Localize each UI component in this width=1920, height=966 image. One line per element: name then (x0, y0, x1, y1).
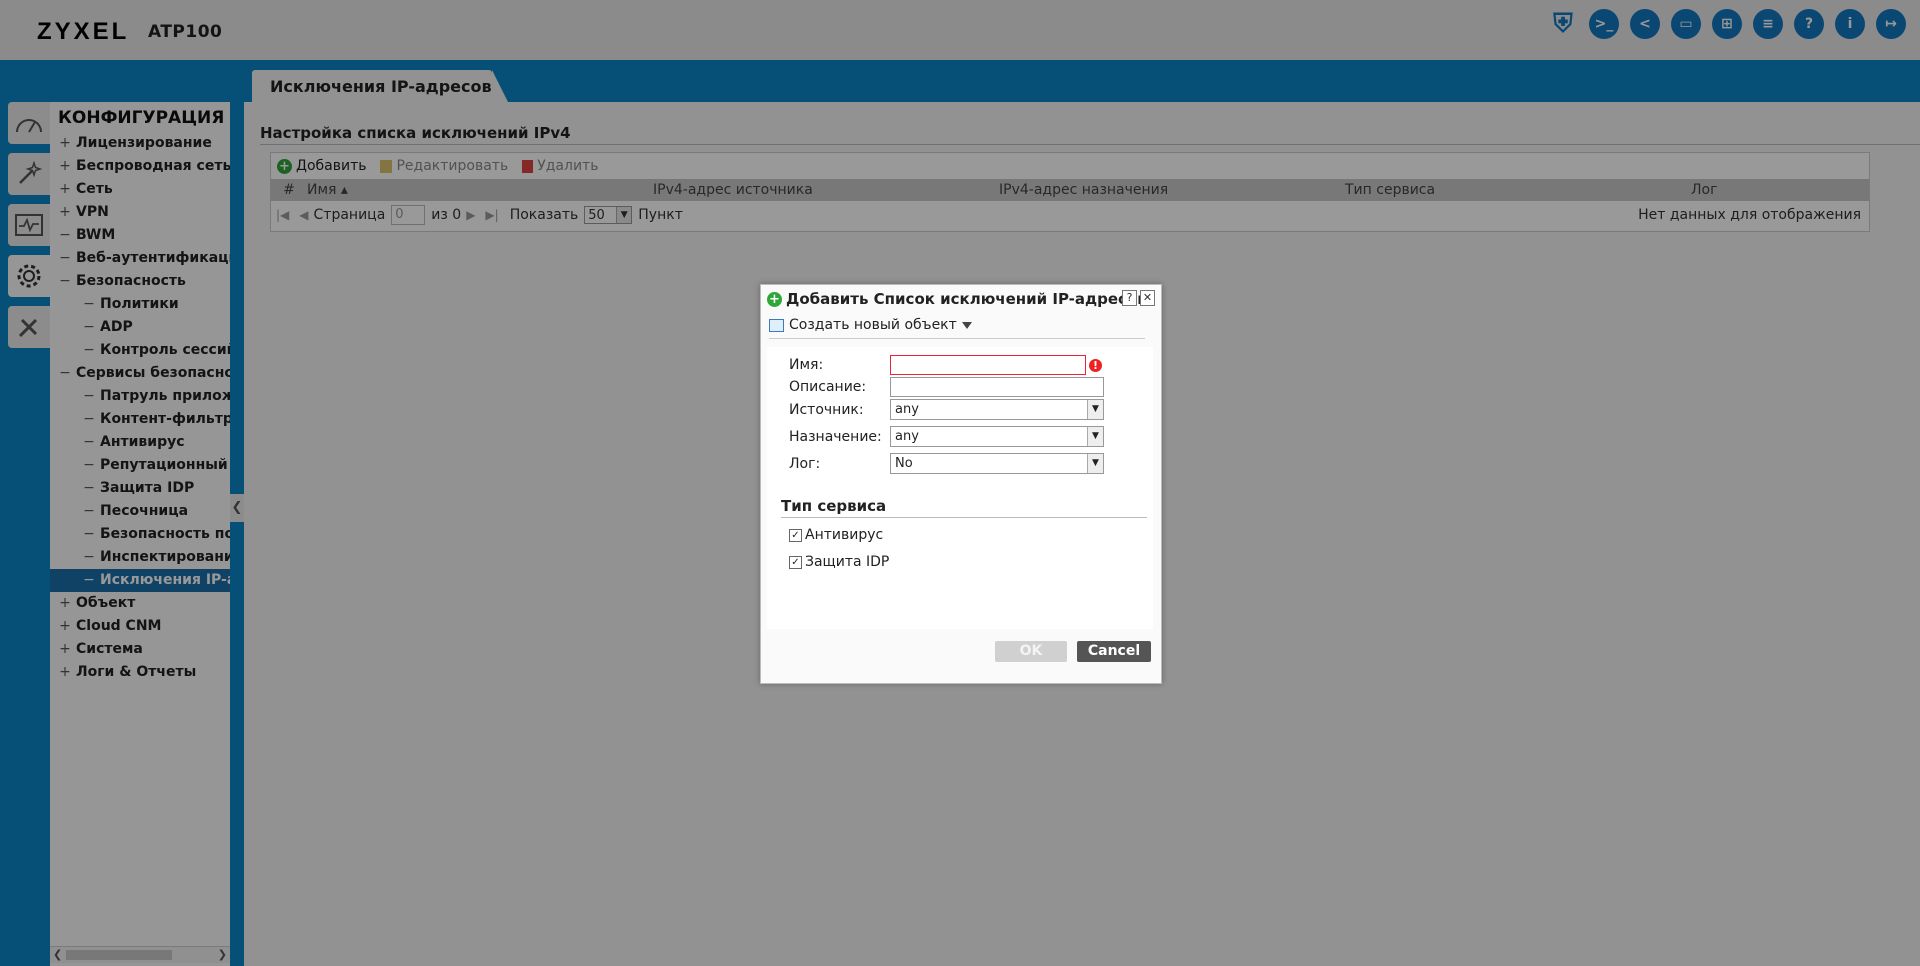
caret-down-icon (961, 321, 972, 329)
service-type-heading: Тип сервиса (781, 497, 1147, 518)
description-field[interactable] (890, 377, 1104, 397)
chevron-down-icon: ▼ (1087, 454, 1103, 473)
create-object-label: Создать новый объект (789, 317, 957, 333)
destination-value: any (895, 429, 919, 444)
destination-row: Назначение: any ▼ (789, 426, 1104, 447)
name-label: Имя: (789, 357, 824, 373)
dialog-controls: ? ✕ (1122, 290, 1155, 306)
object-icon (769, 318, 784, 332)
idp-option[interactable]: ✓ Защита IDP (789, 554, 889, 570)
help-icon[interactable]: ? (1122, 290, 1137, 306)
add-ip-exception-dialog: + Добавить Список исключений IP-адресов … (760, 284, 1162, 684)
chevron-down-icon: ▼ (1087, 400, 1103, 419)
add-icon: + (767, 291, 782, 307)
dialog-footer: OK Cancel (761, 629, 1161, 683)
close-icon[interactable]: ✕ (1140, 290, 1155, 306)
description-row: Описание: (789, 377, 1104, 397)
destination-label: Назначение: (789, 428, 882, 445)
cancel-button[interactable]: Cancel (1077, 641, 1151, 662)
source-label: Источник: (789, 401, 864, 418)
name-field[interactable] (890, 355, 1086, 375)
antivirus-option[interactable]: ✓ Антивирус (789, 527, 883, 543)
error-icon: ! (1089, 358, 1102, 372)
create-object-menu[interactable]: Создать новый объект (769, 317, 1145, 339)
description-label: Описание: (789, 379, 867, 395)
source-select[interactable]: any ▼ (890, 399, 1104, 420)
dialog-title: + Добавить Список исключений IP-адресов (767, 290, 1147, 308)
log-select[interactable]: No ▼ (890, 453, 1104, 474)
idp-checkbox[interactable]: ✓ (789, 555, 802, 569)
source-value: any (895, 402, 919, 417)
ok-button[interactable]: OK (995, 641, 1067, 662)
chevron-down-icon: ▼ (1087, 427, 1103, 446)
log-row: Лог: No ▼ (789, 453, 1104, 474)
name-row: Имя: ! (789, 355, 1102, 375)
dialog-body: Имя: ! Описание: Источник: any ▼ Назначе… (767, 347, 1153, 629)
antivirus-label: Антивирус (805, 527, 884, 543)
log-label: Лог: (789, 455, 821, 472)
source-row: Источник: any ▼ (789, 399, 1104, 420)
idp-label: Защита IDP (805, 554, 890, 570)
antivirus-checkbox[interactable]: ✓ (789, 528, 802, 542)
dialog-title-text: Добавить Список исключений IP-адресов (786, 290, 1147, 308)
destination-select[interactable]: any ▼ (890, 426, 1104, 447)
log-value: No (895, 456, 913, 471)
